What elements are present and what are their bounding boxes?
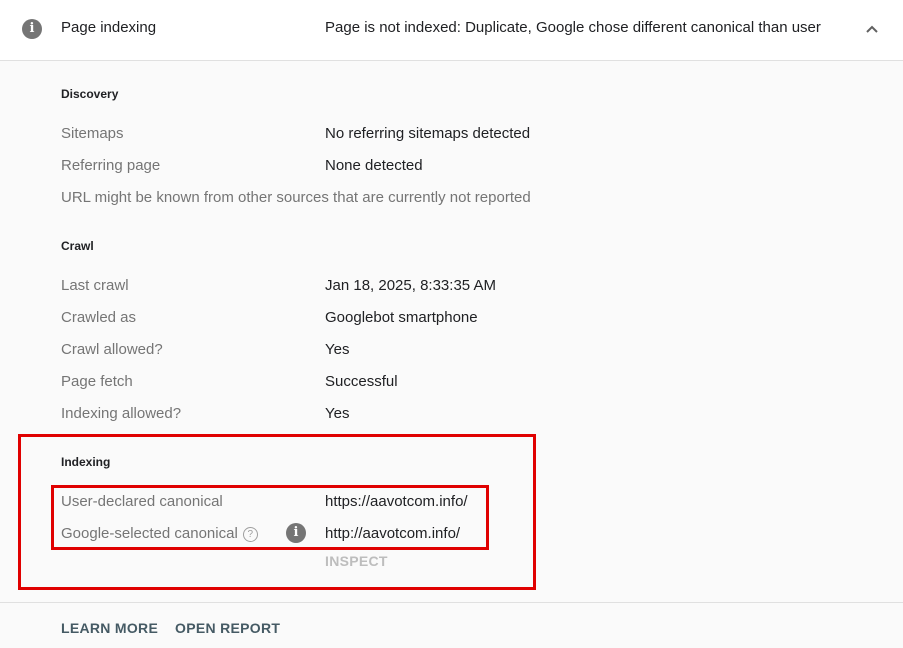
header-title: Page indexing <box>61 19 157 36</box>
learn-more-button[interactable]: LEARN MORE <box>61 620 158 636</box>
row-value: Jan 18, 2025, 8:33:35 AM <box>325 277 496 294</box>
row-value: Googlebot smartphone <box>325 309 478 326</box>
row-label: Indexing allowed? <box>61 405 182 422</box>
section-title-crawl: Crawl <box>61 239 94 253</box>
info-icon[interactable]: i <box>286 523 306 543</box>
discovery-note: URL might be known from other sources th… <box>61 189 531 206</box>
section-title-indexing: Indexing <box>61 455 111 469</box>
row-label: User-declared canonical <box>61 493 223 510</box>
row-value: https://aavotcom.info/ <box>325 493 468 510</box>
row-label-google-canonical: Google-selected canonical? <box>61 525 258 542</box>
info-icon: i <box>22 19 42 39</box>
help-icon[interactable]: ? <box>242 527 258 542</box>
section-title-discovery: Discovery <box>61 87 119 101</box>
row-value: Yes <box>325 341 350 358</box>
row-label: Crawl allowed? <box>61 341 163 358</box>
row-value: Yes <box>325 405 350 422</box>
page-indexing-header[interactable]: i Page indexing Page is not indexed: Dup… <box>0 0 903 61</box>
row-value: No referring sitemaps detected <box>325 125 531 142</box>
row-value: Successful <box>325 373 398 390</box>
row-label: Last crawl <box>61 277 129 294</box>
open-report-button[interactable]: OPEN REPORT <box>175 620 280 636</box>
row-label: Sitemaps <box>61 125 124 142</box>
row-label-text: Google-selected canonical <box>61 525 238 542</box>
indexing-status: Page is not indexed: Duplicate, Google c… <box>325 19 821 36</box>
row-label: Crawled as <box>61 309 137 326</box>
row-value: http://aavotcom.info/ <box>325 525 461 542</box>
chevron-up-icon[interactable] <box>864 21 880 37</box>
row-label: Referring page <box>61 157 161 174</box>
row-label: Page fetch <box>61 373 133 390</box>
footer-divider <box>0 602 903 603</box>
row-value: None detected <box>325 157 423 174</box>
inspect-button[interactable]: INSPECT <box>325 553 388 569</box>
